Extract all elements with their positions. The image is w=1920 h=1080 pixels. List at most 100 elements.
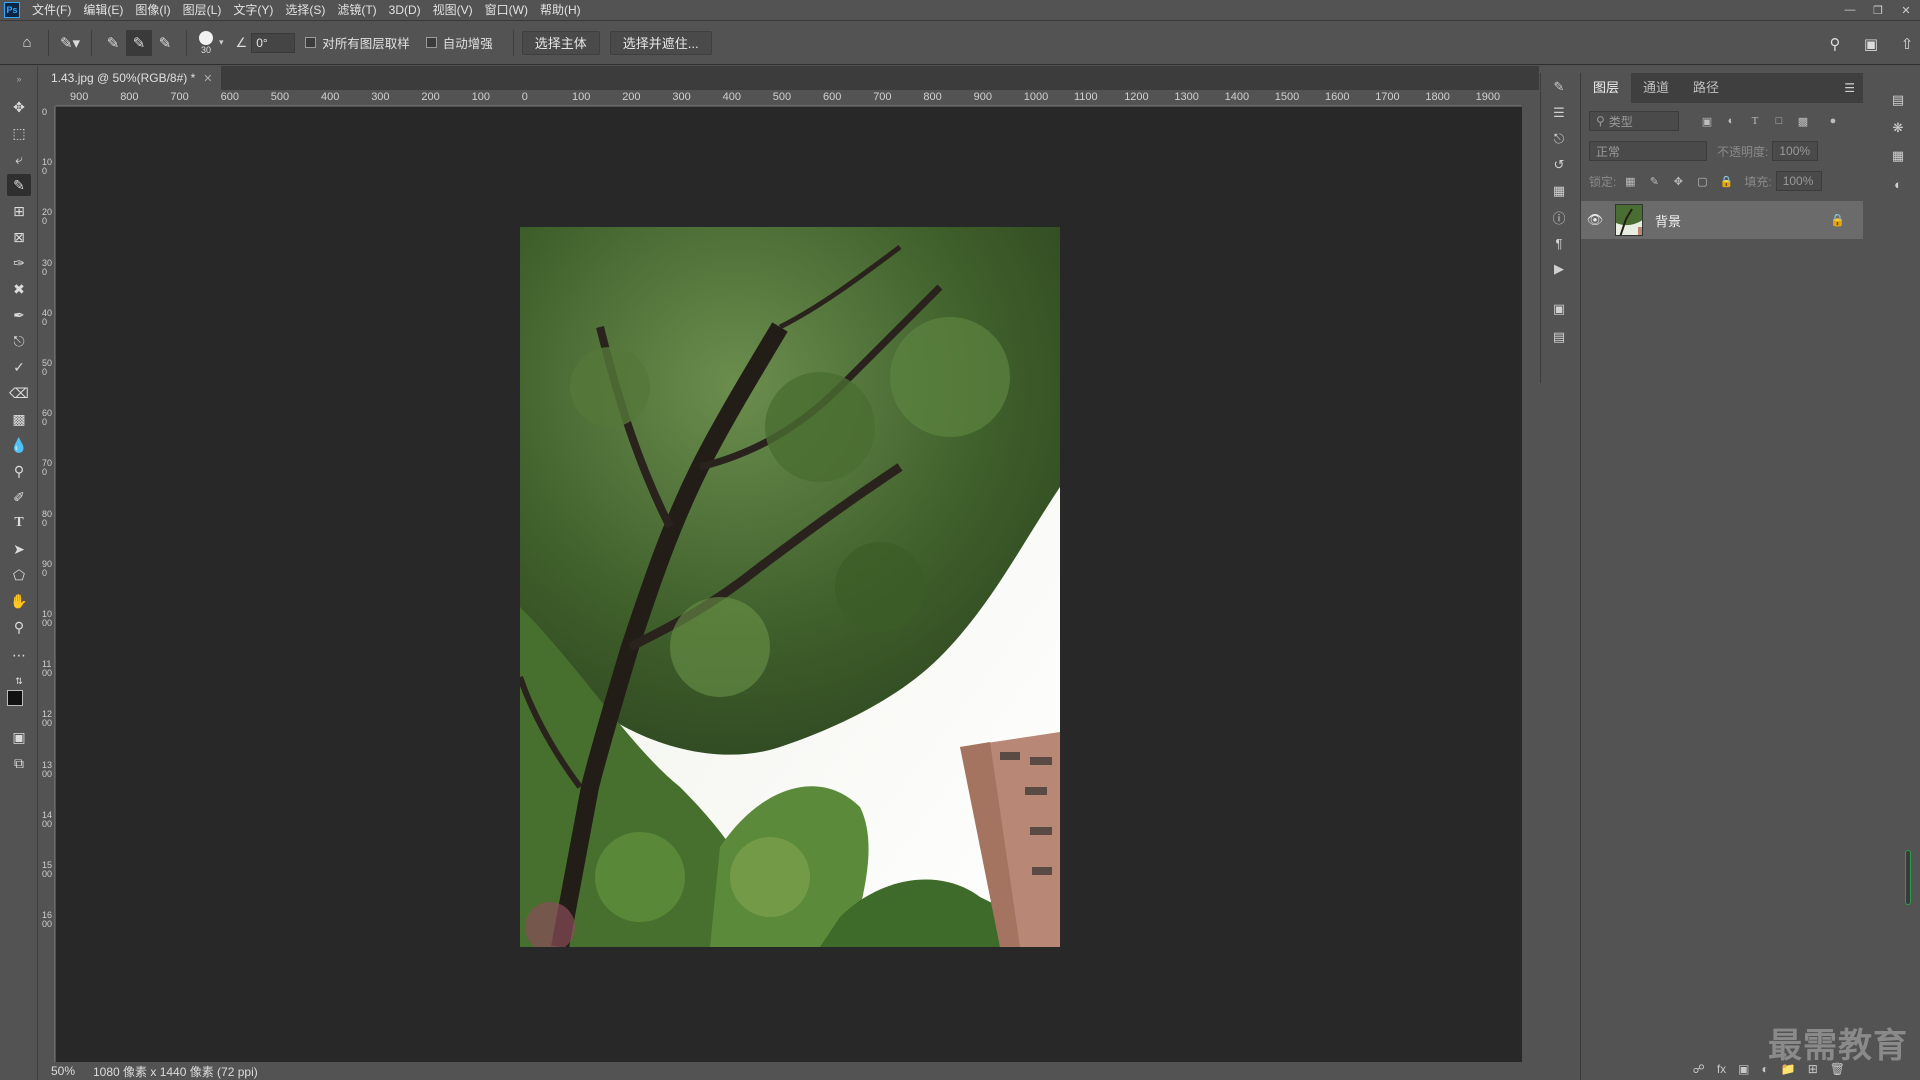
blur-tool-icon[interactable]: 💧 xyxy=(7,434,31,456)
dodge-tool-icon[interactable]: ⚲ xyxy=(7,460,31,482)
blend-mode-select[interactable]: 正常 xyxy=(1589,141,1707,161)
checkbox-box[interactable] xyxy=(305,37,317,48)
lock-pixels-icon[interactable]: ✎ xyxy=(1644,171,1664,191)
tab-paths[interactable]: 路径 xyxy=(1681,73,1731,103)
chevron-down-icon[interactable]: ▾ xyxy=(219,37,224,48)
sample-all-layers-checkbox[interactable]: 对所有图层取样 xyxy=(305,33,410,52)
panel-menu-icon[interactable]: ☰ xyxy=(1844,81,1855,95)
filter-adjustment-icon[interactable]: ◐ xyxy=(1721,111,1741,131)
vertical-ruler[interactable]: 0 100 200 300 400 500 600 700 800 900 1000 1100 1200… xyxy=(39,106,55,1062)
document-tab[interactable]: 1.43.jpg @ 50%(RGB/8#) * ✕ xyxy=(39,66,221,90)
menu-help[interactable]: 帮助(H) xyxy=(534,0,587,20)
eraser-tool-icon[interactable]: ⌫ xyxy=(7,382,31,404)
home-icon[interactable]: ⌂ xyxy=(14,30,40,56)
lock-artboard-icon[interactable]: ▢ xyxy=(1692,171,1712,191)
brush-settings-icon[interactable]: ✎ xyxy=(1549,77,1569,97)
pen-tool-icon[interactable]: ✐ xyxy=(7,486,31,508)
auto-enhance-checkbox[interactable]: 自动增强 xyxy=(425,33,493,52)
minimize-icon[interactable]: — xyxy=(1836,0,1864,20)
zoom-level[interactable]: 50% xyxy=(51,1064,93,1078)
opacity-input[interactable]: 100% xyxy=(1772,141,1819,161)
fx-icon[interactable]: fx xyxy=(1717,1062,1726,1076)
properties-icon[interactable]: ▦ xyxy=(1549,181,1569,201)
angle-input[interactable]: 0° xyxy=(251,32,296,53)
fill-input[interactable]: 100% xyxy=(1775,171,1822,191)
layer-row[interactable]: 👁 背景 🔒 xyxy=(1581,201,1863,239)
document-info[interactable]: 1080 像素 x 1440 像素 (72 ppi) xyxy=(93,1063,258,1080)
select-subject-button[interactable]: 选择主体 xyxy=(521,30,600,55)
menu-3d[interactable]: 3D(D) xyxy=(383,0,427,20)
eyedropper-tool-icon[interactable]: ✑ xyxy=(7,252,31,274)
new-selection-brush-icon[interactable]: ✎ xyxy=(100,30,126,56)
checkbox-box[interactable] xyxy=(425,37,437,48)
notes-icon[interactable]: ▤ xyxy=(1549,327,1569,347)
scroll-indicator[interactable] xyxy=(1905,850,1911,905)
menu-select[interactable]: 选择(S) xyxy=(279,0,331,20)
tree-photo[interactable] xyxy=(520,227,1060,947)
history-brush-tool-icon[interactable]: ✓ xyxy=(7,356,31,378)
menu-layer[interactable]: 图层(L) xyxy=(177,0,228,20)
tab-channels[interactable]: 通道 xyxy=(1631,73,1681,103)
filter-toggle-icon[interactable]: ● xyxy=(1823,111,1843,131)
canvas-area[interactable] xyxy=(56,107,1522,1062)
lock-all-icon[interactable]: 🔒 xyxy=(1716,171,1736,191)
adjustments-icon[interactable]: ☰ xyxy=(1549,103,1569,123)
filter-pixel-icon[interactable]: ▣ xyxy=(1697,111,1717,131)
libraries-icon[interactable]: ▣ xyxy=(1549,299,1569,319)
swatches-icon[interactable]: ▦ xyxy=(1888,146,1908,166)
histogram-icon[interactable]: ▤ xyxy=(1888,90,1908,110)
menu-filter[interactable]: 滤镜(T) xyxy=(331,0,382,20)
color-icon[interactable]: ◐ xyxy=(1888,174,1908,194)
move-tool-icon[interactable]: ✥ xyxy=(7,96,31,118)
filter-type-icon[interactable]: T xyxy=(1745,111,1765,131)
ruler-origin[interactable] xyxy=(39,90,55,106)
menu-file[interactable]: 文件(F) xyxy=(26,0,77,20)
brush-tool-icon[interactable]: ✒ xyxy=(7,304,31,326)
actions-play-icon[interactable]: ▶ xyxy=(1549,259,1569,279)
select-and-mask-button[interactable]: 选择并遮住... xyxy=(609,30,712,55)
tab-layers[interactable]: 图层 xyxy=(1581,73,1632,103)
menu-edit[interactable]: 编辑(E) xyxy=(77,0,129,20)
menu-view[interactable]: 视图(V) xyxy=(427,0,479,20)
healing-brush-tool-icon[interactable]: ✖ xyxy=(7,278,31,300)
type-tool-icon[interactable]: T xyxy=(7,512,31,534)
menu-type[interactable]: 文字(Y) xyxy=(227,0,279,20)
filter-shape-icon[interactable]: □ xyxy=(1769,111,1789,131)
path-selection-tool-icon[interactable]: ➤ xyxy=(7,538,31,560)
tool-preset-icon[interactable]: ✎▾ xyxy=(57,30,83,56)
foreground-color-swatch[interactable] xyxy=(7,690,23,706)
info-icon[interactable]: ⓘ xyxy=(1549,207,1569,227)
clone-stamp-tool-icon[interactable]: ⎋ xyxy=(7,330,31,352)
screen-mode-icon[interactable]: ⧉ xyxy=(7,752,31,774)
quick-mask-icon[interactable]: ▣ xyxy=(7,726,31,748)
brush-size-picker[interactable]: 30 xyxy=(195,30,217,55)
link-layers-icon[interactable]: ☍ xyxy=(1693,1062,1705,1076)
gradient-tool-icon[interactable]: ▩ xyxy=(7,408,31,430)
navigator-icon[interactable]: ❋ xyxy=(1888,118,1908,138)
layer-filter-select[interactable]: ⚲ 类型 xyxy=(1589,111,1679,131)
zoom-tool-icon[interactable]: ⚲ xyxy=(7,616,31,638)
layer-name[interactable]: 背景 xyxy=(1655,211,1681,230)
swap-colors-icon[interactable]: ⇅ xyxy=(7,670,31,692)
filter-smart-object-icon[interactable]: ▩ xyxy=(1793,111,1813,131)
layer-lock-icon[interactable]: 🔒 xyxy=(1830,213,1845,227)
shape-tool-icon[interactable]: ⬠ xyxy=(7,564,31,586)
visibility-eye-icon[interactable]: 👁 xyxy=(1581,212,1609,228)
subtract-selection-brush-icon[interactable]: ✎ xyxy=(152,30,178,56)
close-tab-icon[interactable]: ✕ xyxy=(203,72,212,85)
share-icon[interactable]: ⇧ xyxy=(1894,31,1920,57)
crop-tool-icon[interactable]: ⊞ xyxy=(7,200,31,222)
lasso-tool-icon[interactable]: ⤶ xyxy=(7,148,31,170)
workspace-icon[interactable]: ▣ xyxy=(1858,31,1884,57)
search-icon[interactable]: ⚲ xyxy=(1822,31,1848,57)
clone-source-icon[interactable]: ⎋ xyxy=(1549,129,1569,149)
character-icon[interactable]: ¶ xyxy=(1549,233,1569,253)
lock-transparent-icon[interactable]: ▦ xyxy=(1620,171,1640,191)
collapse-icon[interactable]: » xyxy=(7,68,31,90)
menu-image[interactable]: 图像(I) xyxy=(129,0,176,20)
restore-icon[interactable]: ❐ xyxy=(1864,0,1892,20)
horizontal-ruler[interactable]: 900 800 700 600 500 400 300 200 100 0 100 200 300 400… xyxy=(55,90,1521,106)
more-tools-icon[interactable]: ⋯ xyxy=(7,644,31,666)
hand-tool-icon[interactable]: ✋ xyxy=(7,590,31,612)
add-to-selection-brush-icon[interactable]: ✎ xyxy=(126,29,152,56)
